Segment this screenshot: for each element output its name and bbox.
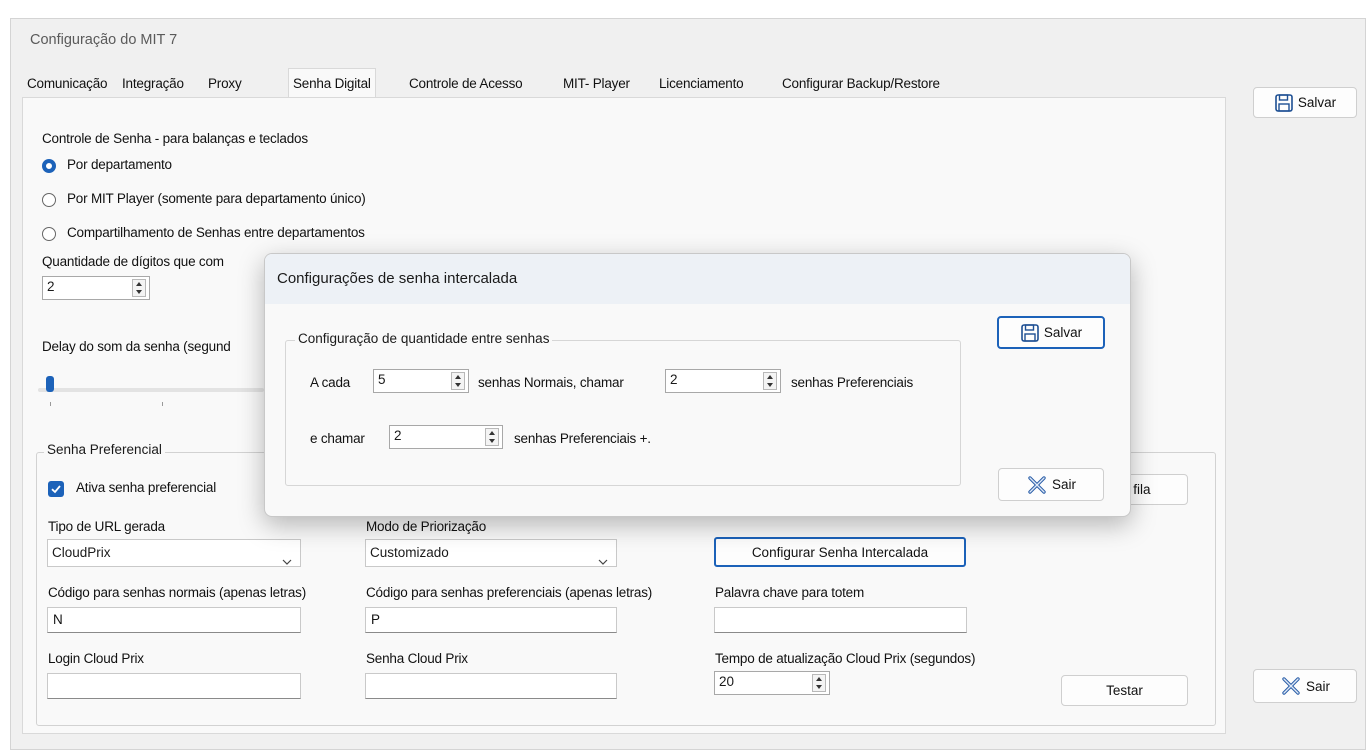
chamar-value: 2 — [670, 372, 678, 387]
save-icon — [1020, 323, 1040, 343]
senha-cloudprix-label: Senha Cloud Prix — [366, 651, 468, 666]
dialog-save-label: Salvar — [1043, 325, 1083, 340]
chevron-down-icon — [598, 549, 608, 575]
save-icon — [1274, 93, 1294, 113]
chamar-stepper[interactable]: 2 — [665, 369, 781, 393]
save-button[interactable]: Salvar — [1253, 87, 1357, 118]
configurar-intercalada-label: Configurar Senha Intercalada — [751, 544, 929, 560]
radio-por-departamento-label: Por departamento — [67, 157, 172, 172]
ativa-preferencial-checkbox[interactable] — [48, 481, 64, 497]
delay-label: Delay do som da senha (segund — [42, 339, 231, 354]
senha-intercalada-dialog: Configurações de senha intercalada Confi… — [264, 253, 1131, 517]
save-button-label: Salvar — [1297, 95, 1337, 110]
controle-senha-title: Controle de Senha - para balanças e tecl… — [42, 131, 308, 146]
tipo-url-select[interactable]: CloudPrix — [47, 539, 301, 567]
cod-preferenciais-label: Código para senhas preferenciais (apenas… — [366, 585, 653, 600]
tab-mit-player[interactable]: MIT- Player — [558, 70, 635, 96]
quantidade-group — [285, 340, 961, 486]
a-cada-stepper[interactable]: 5 — [373, 369, 469, 393]
radio-por-mit-player[interactable] — [42, 193, 56, 207]
dialog-save-button[interactable]: Salvar — [997, 316, 1105, 349]
exit-button[interactable]: Sair — [1253, 669, 1357, 703]
tab-senha-digital[interactable]: Senha Digital — [288, 68, 376, 98]
dialog-exit-button[interactable]: Sair — [998, 468, 1104, 501]
modo-priorizacao-select[interactable]: Customizado — [365, 539, 617, 567]
configurar-intercalada-button[interactable]: Configurar Senha Intercalada — [714, 537, 966, 567]
cod-normais-label: Código para senhas normais (apenas letra… — [48, 585, 306, 600]
tab-proxy[interactable]: Proxy — [203, 70, 247, 96]
dialog-title: Configurações de senha intercalada — [277, 270, 518, 287]
e-chamar-stepper-arrows[interactable] — [485, 428, 499, 446]
slider-tick — [162, 402, 163, 406]
digits-stepper[interactable]: 2 — [42, 276, 150, 300]
tab-controle-acesso[interactable]: Controle de Acesso — [404, 70, 527, 96]
e-chamar-label: e chamar — [310, 431, 365, 446]
tab-comunicacao[interactable]: Comunicação — [22, 70, 112, 96]
testar-button-label: Testar — [1106, 683, 1143, 698]
digits-stepper-arrows[interactable] — [132, 279, 146, 297]
digits-value: 2 — [47, 279, 55, 294]
delay-slider-thumb[interactable] — [46, 376, 54, 392]
quantidade-group-title: Configuração de quantidade entre senhas — [295, 331, 553, 346]
window-title: Configuração do MIT 7 — [30, 32, 178, 48]
close-x-icon — [1026, 474, 1048, 496]
dialog-title-bar: Configurações de senha intercalada — [265, 254, 1130, 304]
exit-button-label: Sair — [1305, 678, 1330, 694]
senhas-normais-label: senhas Normais, chamar — [478, 375, 624, 390]
digits-label: Quantidade de dígitos que com — [42, 254, 224, 269]
delay-slider-track[interactable] — [38, 388, 264, 392]
chamar-stepper-arrows[interactable] — [763, 372, 777, 390]
cod-preferenciais-input[interactable]: P — [365, 607, 617, 633]
a-cada-value: 5 — [378, 372, 386, 387]
slider-tick — [50, 402, 51, 406]
tempo-atualizacao-stepper[interactable]: 20 — [714, 671, 830, 695]
senhas-preferenciais-plus-label: senhas Preferenciais +. — [514, 431, 651, 446]
tab-integracao[interactable]: Integração — [117, 70, 189, 96]
tempo-atualizacao-value: 20 — [719, 674, 735, 689]
tempo-stepper-arrows[interactable] — [812, 674, 826, 692]
tipo-url-label: Tipo de URL gerada — [48, 519, 165, 534]
tab-configurar-backup[interactable]: Configurar Backup/Restore — [777, 70, 945, 96]
ativa-preferencial-label: Ativa senha preferencial — [76, 480, 217, 495]
senhas-preferenciais-label: senhas Preferenciais — [791, 375, 914, 390]
senha-preferencial-title: Senha Preferencial — [44, 442, 165, 457]
tipo-url-value: CloudPrix — [52, 545, 111, 560]
login-cloudprix-label: Login Cloud Prix — [48, 651, 144, 666]
chevron-down-icon — [282, 549, 292, 575]
palavra-chave-input[interactable] — [714, 607, 967, 633]
e-chamar-stepper[interactable]: 2 — [389, 425, 503, 449]
radio-compartilhamento-label: Compartilhamento de Senhas entre departa… — [67, 225, 365, 240]
login-cloudprix-input[interactable] — [47, 673, 301, 699]
close-x-icon — [1280, 675, 1302, 697]
a-cada-stepper-arrows[interactable] — [451, 372, 465, 390]
e-chamar-value: 2 — [394, 428, 402, 443]
a-cada-label: A cada — [310, 375, 351, 390]
senha-cloudprix-input[interactable] — [365, 673, 617, 699]
testar-button[interactable]: Testar — [1061, 675, 1188, 706]
palavra-chave-label: Palavra chave para totem — [715, 585, 865, 600]
dialog-exit-label: Sair — [1051, 477, 1076, 492]
radio-compartilhamento[interactable] — [42, 227, 56, 241]
radio-por-departamento[interactable] — [42, 159, 56, 173]
modo-priorizacao-value: Customizado — [370, 545, 449, 560]
modo-priorizacao-label: Modo de Priorização — [366, 519, 487, 534]
tab-licenciamento[interactable]: Licenciamento — [654, 70, 748, 96]
cod-normais-input[interactable]: N — [47, 607, 301, 633]
radio-por-mit-player-label: Por MIT Player (somente para departament… — [67, 191, 366, 206]
tempo-atualizacao-label: Tempo de atualização Cloud Prix (segundo… — [715, 651, 976, 666]
